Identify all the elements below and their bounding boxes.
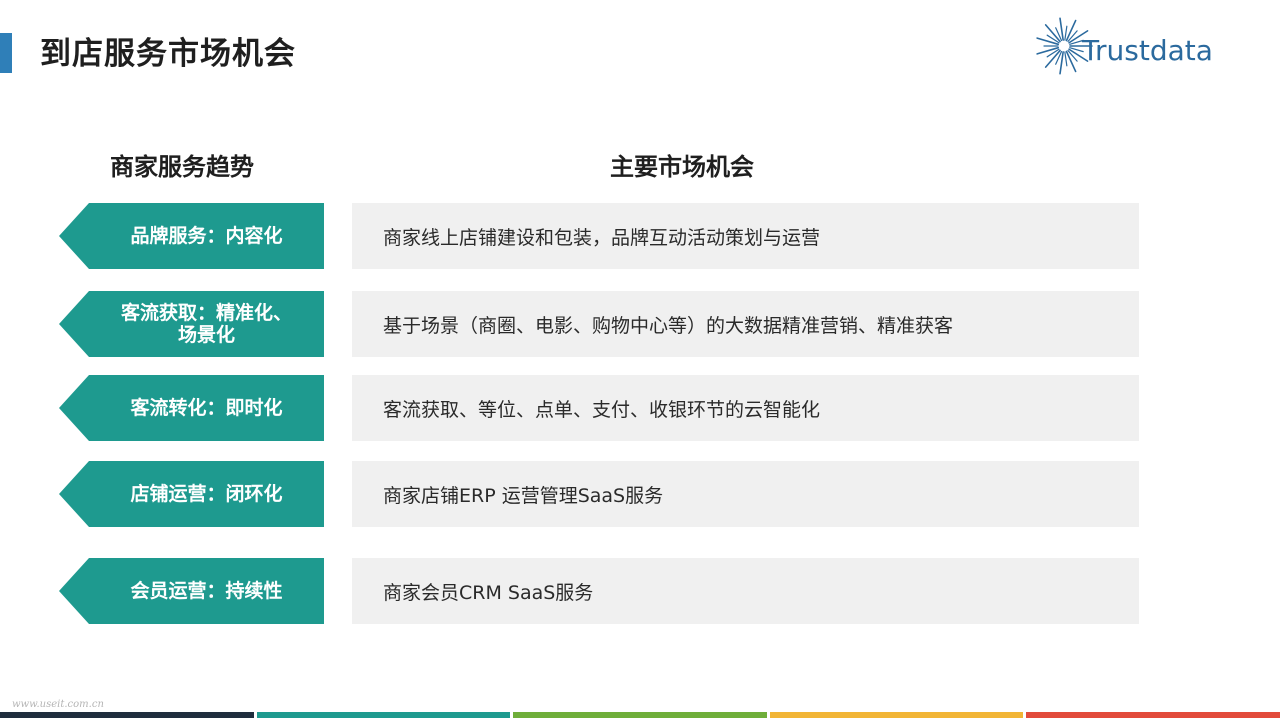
opportunity-panel: 商家店铺ERP 运营管理SaaS服务 — [352, 461, 1139, 527]
trend-tag: 店铺运营：闭环化 — [59, 461, 324, 527]
trend-row: 客流转化：即时化 客流获取、等位、点单、支付、收银环节的云智能化 — [0, 375, 1280, 441]
opportunity-text: 商家线上店铺建设和包装，品牌互动活动策划与运营 — [383, 226, 821, 249]
trend-row: 品牌服务：内容化 商家线上店铺建设和包装，品牌互动活动策划与运营 — [0, 203, 1280, 269]
trend-tag-line: 会员运营：持续性 — [130, 580, 283, 602]
trend-tag: 品牌服务：内容化 — [59, 203, 324, 269]
strip-segment — [513, 712, 767, 718]
opportunity-panel: 客流获取、等位、点单、支付、收银环节的云智能化 — [352, 375, 1139, 441]
trend-tag: 客流获取：精准化、 场景化 — [59, 291, 324, 357]
trends-heading: 商家服务趋势 — [110, 153, 254, 181]
trend-tag: 会员运营：持续性 — [59, 558, 324, 624]
opportunity-text: 商家店铺ERP 运营管理SaaS服务 — [383, 484, 664, 507]
trend-tag-line: 品牌服务：内容化 — [130, 225, 283, 247]
strip-segment — [0, 712, 254, 718]
opportunity-text: 客流获取、等位、点单、支付、收银环节的云智能化 — [383, 398, 821, 421]
trend-tag-line: 店铺运营：闭环化 — [130, 483, 283, 505]
strip-segment — [256, 712, 511, 718]
trend-row: 店铺运营：闭环化 商家店铺ERP 运营管理SaaS服务 — [0, 461, 1280, 527]
trend-tag-line: 场景化 — [177, 324, 235, 346]
opportunity-panel: 商家会员CRM SaaS服务 — [352, 558, 1139, 624]
opportunity-panel: 商家线上店铺建设和包装，品牌互动活动策划与运营 — [352, 203, 1139, 269]
strip-segment — [769, 712, 1024, 718]
trend-tag-line: 客流转化：即时化 — [130, 397, 283, 419]
trend-row: 会员运营：持续性 商家会员CRM SaaS服务 — [0, 558, 1280, 624]
trustdata-logo: Trustdata — [1034, 14, 1234, 78]
opportunity-text: 商家会员CRM SaaS服务 — [383, 581, 594, 604]
logo-text: Trustdata — [1082, 34, 1213, 67]
bottom-color-strip — [0, 712, 1280, 718]
watermark: www.useit.com.cn — [12, 699, 104, 710]
trend-row: 客流获取：精准化、 场景化 基于场景（商圈、电影、购物中心等）的大数据精准营销、… — [0, 291, 1280, 357]
opportunity-text: 基于场景（商圈、电影、购物中心等）的大数据精准营销、精准获客 — [383, 314, 954, 337]
page-title: 到店服务市场机会 — [40, 36, 296, 72]
trend-tag: 客流转化：即时化 — [59, 375, 324, 441]
opportunities-heading: 主要市场机会 — [610, 153, 754, 181]
trend-tag-line: 客流获取：精准化、 — [120, 302, 292, 324]
title-accent-bar — [0, 33, 12, 73]
strip-segment — [1026, 712, 1280, 718]
opportunity-panel: 基于场景（商圈、电影、购物中心等）的大数据精准营销、精准获客 — [352, 291, 1139, 357]
